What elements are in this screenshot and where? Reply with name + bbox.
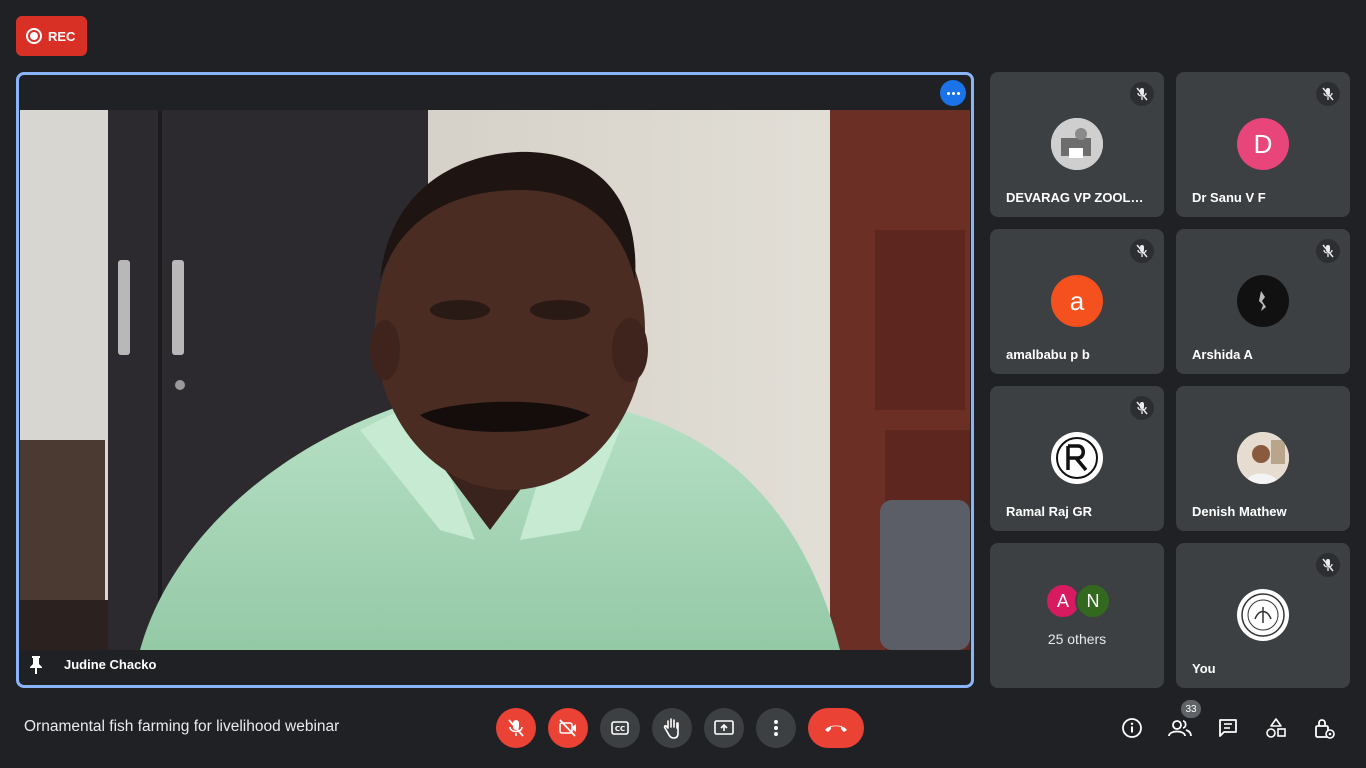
participant-name: Dr Sanu V F [1192, 190, 1266, 205]
others-count-label: 25 others [1047, 631, 1107, 647]
captions-button[interactable]: CC [600, 708, 640, 748]
participant-name: You [1192, 661, 1216, 676]
activities-button[interactable] [1262, 714, 1290, 742]
people-count-badge: 33 [1181, 700, 1201, 718]
activities-icon [1266, 718, 1286, 738]
raise-hand-button[interactable] [652, 708, 692, 748]
participant-tile[interactable]: D Dr Sanu V F [1176, 72, 1350, 217]
avatar [1237, 589, 1289, 641]
camera-off-icon [559, 719, 576, 737]
participant-name: DEVARAG VP ZOOLOGY [1006, 190, 1152, 205]
main-speaker-name: Judine Chacko [64, 657, 157, 672]
host-controls-button[interactable] [1310, 714, 1338, 742]
avatar [1237, 275, 1289, 327]
participant-tile[interactable]: a amalbabu p b [990, 229, 1164, 374]
more-options-button[interactable] [756, 708, 796, 748]
avatar: D [1237, 118, 1289, 170]
mic-off-icon [1130, 239, 1154, 263]
present-screen-button[interactable] [704, 708, 744, 748]
end-call-icon [825, 725, 847, 732]
avatar [1237, 432, 1289, 484]
more-options-icon [774, 720, 778, 736]
lock-icon [1315, 719, 1335, 739]
participant-name: Ramal Raj GR [1006, 504, 1092, 519]
people-icon [1168, 720, 1192, 737]
mic-off-icon [1130, 396, 1154, 420]
participant-name: Arshida A [1192, 347, 1253, 362]
recording-badge[interactable]: REC [16, 16, 87, 56]
mic-toggle-button[interactable] [496, 708, 536, 748]
participant-tile[interactable]: Denish Mathew [1176, 386, 1350, 531]
mic-off-icon [1316, 82, 1340, 106]
main-speaker-tile[interactable]: Judine Chacko [16, 72, 974, 688]
others-avatars: A N [1045, 583, 1111, 619]
chat-button[interactable] [1214, 714, 1242, 742]
svg-text:CC: CC [615, 725, 625, 733]
participant-name: Denish Mathew [1192, 504, 1287, 519]
avatar: a [1051, 275, 1103, 327]
others-tile[interactable]: A N 25 others [990, 543, 1164, 688]
people-button[interactable] [1166, 714, 1194, 742]
main-speaker-video [20, 110, 970, 650]
raise-hand-icon [663, 718, 679, 739]
avatar [1051, 432, 1103, 484]
camera-toggle-button[interactable] [548, 708, 588, 748]
mic-off-icon [1316, 239, 1340, 263]
dot-icon [956, 91, 960, 95]
info-icon [1122, 718, 1142, 738]
meeting-title: Ornamental fish farming for livelihood w… [24, 718, 340, 735]
end-call-button[interactable] [808, 708, 864, 748]
chat-icon [1219, 719, 1237, 737]
participant-name: amalbabu p b [1006, 347, 1090, 362]
record-icon [26, 28, 42, 44]
avatar [1051, 118, 1103, 170]
participant-tile[interactable]: Ramal Raj GR [990, 386, 1164, 531]
participant-tile[interactable]: Arshida A [1176, 229, 1350, 374]
avatar: N [1075, 583, 1111, 619]
dot-icon [951, 91, 955, 95]
self-tile[interactable]: You [1176, 543, 1350, 688]
meeting-details-button[interactable] [1118, 714, 1146, 742]
mic-off-icon [1130, 82, 1154, 106]
dot-icon [946, 91, 950, 95]
recording-label: REC [48, 28, 76, 44]
pin-icon[interactable] [29, 655, 43, 675]
present-screen-icon [714, 720, 734, 735]
captions-icon: CC [611, 721, 629, 735]
mic-off-icon [508, 719, 524, 737]
mic-off-icon [1316, 553, 1340, 577]
tile-more-options-button[interactable] [940, 80, 966, 106]
participant-tile[interactable]: DEVARAG VP ZOOLOGY [990, 72, 1164, 217]
